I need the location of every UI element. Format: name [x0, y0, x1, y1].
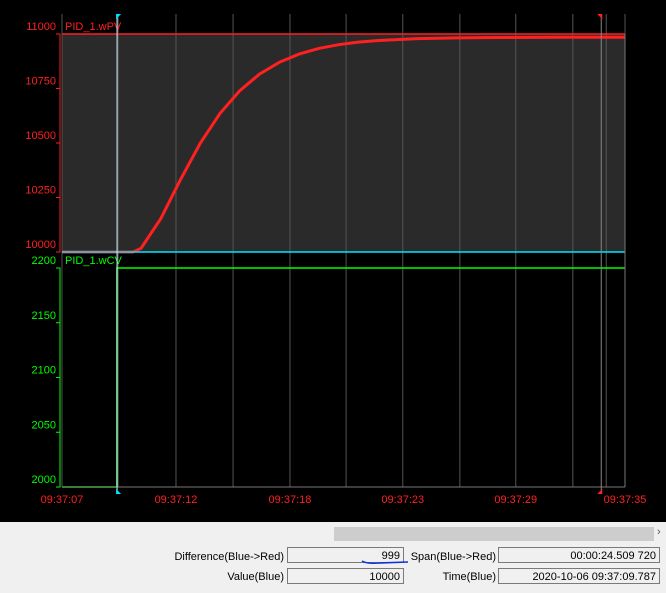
- pv-series-label: PID_1.wPV: [65, 21, 122, 33]
- x-tick-label: 09:37:18: [269, 494, 312, 506]
- y-tick-label: 2100: [32, 365, 56, 377]
- difference-label: Difference(Blue->Red): [174, 551, 284, 563]
- span-label: Span(Blue->Red): [410, 551, 496, 563]
- y-tick-label: 10500: [25, 130, 56, 142]
- y-tick-label: 2200: [32, 255, 56, 267]
- horizontal-scrollbar[interactable]: [334, 527, 654, 541]
- y-tick-label: 2150: [32, 310, 56, 322]
- blue-cursor-handle-icon: [116, 489, 122, 494]
- cv-series-label: PID_1.wCV: [65, 255, 123, 267]
- scroll-right-arrow-icon[interactable]: ›: [657, 526, 661, 538]
- value-label: Value(Blue): [227, 571, 284, 583]
- x-tick-label: 09:37:07: [41, 494, 84, 506]
- trend-chart[interactable]: 11000 10750 10500 10250 10000 PID_1.wPV 2200 21…: [0, 0, 666, 522]
- x-tick-label: 09:37:23: [381, 494, 424, 506]
- y-tick-label: 2050: [32, 419, 56, 431]
- red-cursor-handle-icon: [597, 14, 603, 19]
- y-tick-label: 10250: [25, 185, 56, 197]
- y-tick-label: 2000: [32, 474, 56, 486]
- pv-plot-area: [62, 34, 625, 252]
- span-field[interactable]: 00:00:24.509 720: [498, 547, 660, 563]
- red-cursor-handle-icon: [597, 489, 603, 494]
- pen-underline-annotation: [361, 560, 409, 565]
- y-tick-label: 10000: [25, 239, 56, 251]
- time-field[interactable]: 2020-10-06 09:37:09.787: [498, 568, 660, 584]
- value-field[interactable]: 10000: [287, 568, 404, 584]
- cv-series-line: [62, 267, 625, 488]
- x-tick-label: 09:37:35: [604, 494, 647, 506]
- y-tick-label: 10750: [25, 76, 56, 88]
- x-tick-label: 09:37:12: [155, 494, 198, 506]
- x-tick-label: 09:37:29: [494, 494, 537, 506]
- time-label: Time(Blue): [442, 571, 496, 583]
- y-tick-label: 11000: [26, 21, 56, 33]
